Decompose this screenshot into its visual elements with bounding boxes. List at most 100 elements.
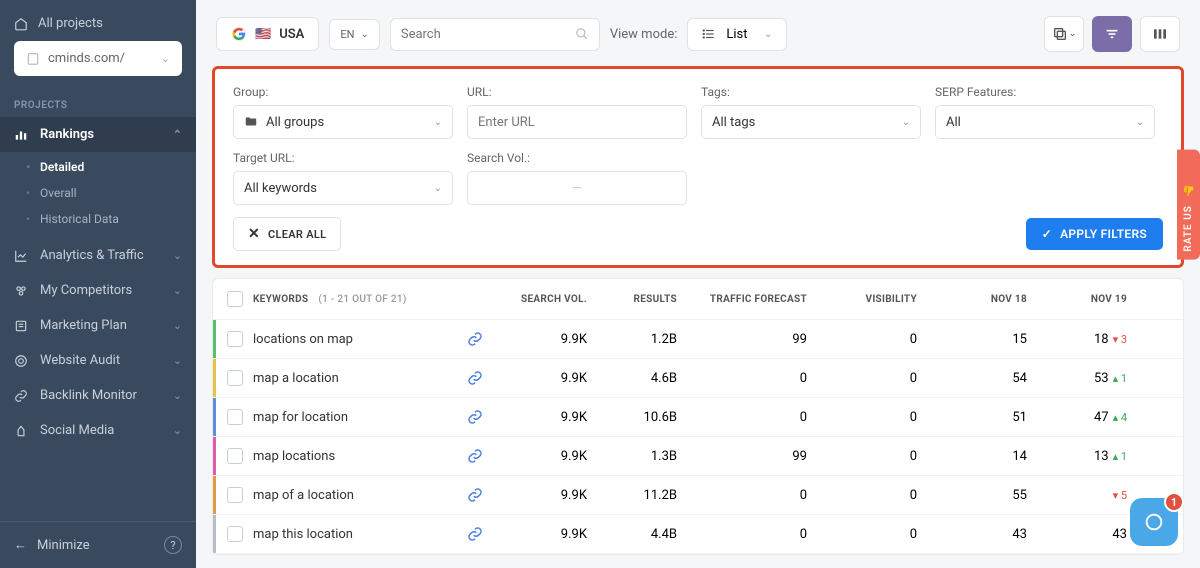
chat-button[interactable]: 1 xyxy=(1130,498,1178,546)
target-url-label: Target URL: xyxy=(233,151,453,165)
nav-item-0[interactable]: Analytics & Traffic⌄ xyxy=(0,238,196,273)
google-icon xyxy=(231,26,247,42)
url-label: URL: xyxy=(467,85,687,99)
clear-all-button[interactable]: ✕ CLEAR ALL xyxy=(233,217,341,251)
tags-select[interactable]: All tags ⌄ xyxy=(701,105,921,139)
projects-heading: PROJECTS xyxy=(0,88,196,117)
row-checkbox[interactable] xyxy=(227,331,243,347)
minimize-button[interactable]: ← Minimize ? xyxy=(0,521,196,568)
chevron-down-icon: ⌄ xyxy=(173,354,182,367)
chevron-down-icon: ⌄ xyxy=(902,117,910,128)
chevron-down-icon: ⌄ xyxy=(173,284,182,297)
language-selector[interactable]: EN ⌄ xyxy=(329,19,380,50)
search-vol-range[interactable]: — xyxy=(467,171,687,205)
help-icon[interactable]: ? xyxy=(164,536,182,554)
nav-item-2[interactable]: Marketing Plan⌄ xyxy=(0,308,196,343)
table-row[interactable]: map a location9.9K4.6B005453▴ 1 xyxy=(213,359,1183,398)
chevron-down-icon: ⌄ xyxy=(434,183,442,194)
table-row[interactable]: map of a location9.9K11.2B0055▾ 5 xyxy=(213,476,1183,515)
row-checkbox[interactable] xyxy=(227,409,243,425)
home-icon xyxy=(14,17,28,31)
nav-item-5[interactable]: Social Media⌄ xyxy=(0,413,196,448)
table-row[interactable]: map for location9.9K10.6B005147▴ 4 xyxy=(213,398,1183,437)
table-row[interactable]: map locations9.9K1.3B9901413▴ 1 xyxy=(213,437,1183,476)
subnav-overall[interactable]: Overall xyxy=(0,180,196,206)
view-mode-selector[interactable]: List ⌄ xyxy=(687,18,787,51)
chevron-down-icon: ⌄ xyxy=(173,424,182,437)
nav-item-3[interactable]: Website Audit⌄ xyxy=(0,343,196,378)
search-vol-label: Search Vol.: xyxy=(467,151,687,165)
nav-icon xyxy=(14,249,28,263)
columns-icon xyxy=(1152,26,1168,42)
keyword-text: map for location xyxy=(253,410,348,425)
doc-icon xyxy=(26,52,40,66)
filter-icon xyxy=(1104,26,1120,42)
close-icon: ✕ xyxy=(248,226,260,242)
project-name: cminds.com/ xyxy=(48,51,125,66)
chevron-down-icon: ⌄ xyxy=(173,249,182,262)
keyword-text: map locations xyxy=(253,449,335,464)
filters-panel: Group: All groups ⌄ URL: Tags: All tags … xyxy=(212,66,1184,268)
group-select[interactable]: All groups ⌄ xyxy=(233,105,453,139)
check-icon: ✓ xyxy=(1042,227,1052,241)
link-icon[interactable] xyxy=(467,331,483,347)
keyword-text: map a location xyxy=(253,371,339,386)
target-url-select[interactable]: All keywords ⌄ xyxy=(233,171,453,205)
chevron-down-icon: ⌄ xyxy=(161,52,170,65)
row-checkbox[interactable] xyxy=(227,487,243,503)
keyword-text: map of a location xyxy=(253,488,354,503)
search-icon xyxy=(575,27,589,41)
serp-select[interactable]: All ⌄ xyxy=(935,105,1155,139)
arrow-left-icon: ← xyxy=(14,537,27,553)
chat-icon xyxy=(1143,511,1165,533)
nav-icon xyxy=(14,284,28,298)
row-checkbox[interactable] xyxy=(227,448,243,464)
nav-icon xyxy=(14,424,28,438)
group-label: Group: xyxy=(233,85,453,99)
nav-rankings[interactable]: Rankings ⌃ xyxy=(0,117,196,152)
chevron-down-icon: ⌄ xyxy=(764,29,772,40)
country-selector[interactable]: 🇺🇸 USA xyxy=(216,17,319,51)
rate-us-tab[interactable]: RATE US 👍 xyxy=(1177,150,1200,260)
link-icon[interactable] xyxy=(467,409,483,425)
list-icon xyxy=(702,27,716,41)
select-all-checkbox[interactable] xyxy=(227,291,243,307)
all-projects-label: All projects xyxy=(38,16,103,31)
serp-label: SERP Features: xyxy=(935,85,1155,99)
link-icon[interactable] xyxy=(467,487,483,503)
nav-item-4[interactable]: Backlink Monitor⌄ xyxy=(0,378,196,413)
url-input-wrapper[interactable] xyxy=(467,105,687,139)
copy-icon xyxy=(1052,26,1068,42)
all-projects-link[interactable]: All projects xyxy=(14,12,182,41)
link-icon[interactable] xyxy=(467,526,483,542)
subnav-detailed[interactable]: Detailed xyxy=(0,154,196,180)
nav-item-1[interactable]: My Competitors⌄ xyxy=(0,273,196,308)
tags-label: Tags: xyxy=(701,85,921,99)
search-input[interactable] xyxy=(401,27,567,42)
chevron-up-icon: ⌃ xyxy=(173,128,182,141)
row-checkbox[interactable] xyxy=(227,370,243,386)
chevron-down-icon: ⌄ xyxy=(434,117,442,128)
link-icon[interactable] xyxy=(467,448,483,464)
search-input-wrapper[interactable] xyxy=(390,18,600,51)
project-selector[interactable]: cminds.com/ ⌄ xyxy=(14,41,182,76)
link-icon[interactable] xyxy=(467,370,483,386)
subnav-historical[interactable]: Historical Data xyxy=(0,206,196,232)
table-row[interactable]: map this location9.9K4.4B004343 xyxy=(213,515,1183,554)
filter-view-button[interactable] xyxy=(1092,16,1132,52)
chevron-down-icon: ⌄ xyxy=(173,319,182,332)
thumbs-up-icon: 👍 xyxy=(1183,184,1194,197)
table-row[interactable]: locations on map9.9K1.2B9901518▾ 3 xyxy=(213,320,1183,359)
copy-view-button[interactable]: ⌄ xyxy=(1044,16,1084,52)
table-header: KEYWORDS (1 - 21 OUT OF 21) SEARCH VOL. … xyxy=(213,279,1183,320)
rankings-icon xyxy=(14,128,28,142)
row-checkbox[interactable] xyxy=(227,526,243,542)
columns-view-button[interactable] xyxy=(1140,16,1180,52)
apply-filters-button[interactable]: ✓ APPLY FILTERS xyxy=(1026,218,1163,250)
nav-icon xyxy=(14,389,28,403)
folder-icon xyxy=(244,115,258,129)
keyword-text: map this location xyxy=(253,527,353,542)
url-input[interactable] xyxy=(478,115,676,130)
chat-badge: 1 xyxy=(1164,492,1184,512)
chevron-down-icon: ⌄ xyxy=(1136,117,1144,128)
